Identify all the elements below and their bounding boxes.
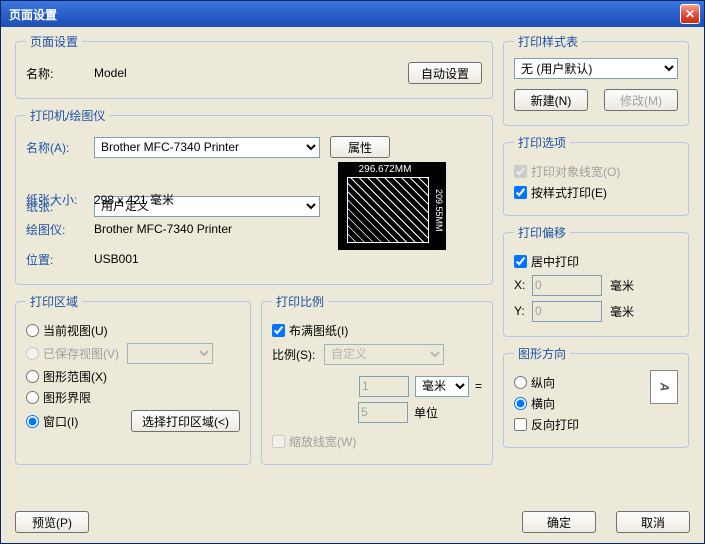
paper-preview: 296.672MM 209.55MM <box>338 162 446 250</box>
scale-val2-input <box>358 402 408 423</box>
offset-y-unit: 毫米 <box>610 303 634 320</box>
saved-view-select <box>127 343 213 364</box>
window-title: 页面设置 <box>9 6 57 23</box>
check-scale-lineweight: 缩放线宽(W) <box>272 433 482 450</box>
group-style-table: 打印样式表 无 (用户默认) 新建(N) 修改(M) <box>503 33 689 126</box>
legend-print-offset: 打印偏移 <box>514 224 570 241</box>
ok-button[interactable]: 确定 <box>522 511 596 533</box>
legend-style-table: 打印样式表 <box>514 33 582 50</box>
scale-unit2-label: 单位 <box>414 404 468 421</box>
legend-print-scale: 打印比例 <box>272 293 328 310</box>
titlebar: 页面设置 ✕ <box>1 1 704 27</box>
radio-current-view[interactable]: 当前视图(U) <box>26 322 240 339</box>
offset-x-unit: 毫米 <box>610 277 634 294</box>
plotter-value: Brother MFC-7340 Printer <box>94 222 232 236</box>
legend-print-options: 打印选项 <box>514 134 570 151</box>
orientation-icon: A <box>650 370 678 404</box>
radio-limits[interactable]: 图形界限 <box>26 389 240 406</box>
legend-print-area: 打印区域 <box>26 293 82 310</box>
legend-page-setup: 页面设置 <box>26 33 82 50</box>
legend-printer: 打印机/绘图仪 <box>26 107 109 124</box>
scale-ratio-select: 自定义 <box>324 344 444 365</box>
style-table-select[interactable]: 无 (用户默认) <box>514 58 678 79</box>
group-print-area: 打印区域 当前视图(U) 已保存视图(V) 图形范围(X) 图形界限 窗口(I)… <box>15 293 251 465</box>
preview-button[interactable]: 预览(P) <box>15 511 89 533</box>
style-modify-button: 修改(M) <box>604 89 678 111</box>
style-new-button[interactable]: 新建(N) <box>514 89 588 111</box>
scale-unit1-select[interactable]: 毫米 <box>415 376 469 397</box>
offset-y-input <box>532 301 602 322</box>
name-value: Model <box>94 66 127 80</box>
group-print-offset: 打印偏移 居中打印 X: 毫米 Y: 毫米 <box>503 224 689 337</box>
paper-size-label: 纸张大小: <box>26 191 94 208</box>
page-setup-dialog: 页面设置 ✕ 页面设置 名称: Model 自动设置 打印机/绘图仪 名称(A)… <box>0 0 705 544</box>
radio-window[interactable]: 窗口(I) <box>26 413 78 430</box>
printer-name-select[interactable]: Brother MFC-7340 Printer <box>94 137 320 158</box>
auto-setup-button[interactable]: 自动设置 <box>408 62 482 84</box>
legend-orientation: 图形方向 <box>514 345 570 362</box>
location-label: 位置: <box>26 251 94 268</box>
radio-portrait[interactable]: 纵向 <box>514 374 642 391</box>
close-button[interactable]: ✕ <box>680 4 700 24</box>
scale-ratio-label: 比例(S): <box>272 346 324 363</box>
radio-landscape[interactable]: 横向 <box>514 395 642 412</box>
check-reverse-print[interactable]: 反向打印 <box>514 416 642 433</box>
plotter-label: 绘图仪: <box>26 221 94 238</box>
check-fit-to-paper[interactable]: 布满图纸(I) <box>272 322 482 339</box>
location-value: USB001 <box>94 252 139 266</box>
group-print-scale: 打印比例 布满图纸(I) 比例(S): 自定义 毫米 = <box>261 293 493 465</box>
offset-x-label: X: <box>514 278 532 292</box>
paper-size-value: 298 x 421 毫米 <box>94 191 174 208</box>
name-label: 名称: <box>26 65 94 82</box>
choose-print-area-button[interactable]: 选择打印区域(<) <box>131 410 240 432</box>
printer-name-label: 名称(A): <box>26 139 94 156</box>
group-print-options: 打印选项 打印对象线宽(O) 按样式打印(E) <box>503 134 689 216</box>
check-object-lineweight: 打印对象线宽(O) <box>514 163 678 180</box>
check-by-style[interactable]: 按样式打印(E) <box>514 184 678 201</box>
scale-equals: = <box>475 379 482 393</box>
group-page-setup: 页面设置 名称: Model 自动设置 <box>15 33 493 99</box>
group-printer: 打印机/绘图仪 名称(A): Brother MFC-7340 Printer … <box>15 107 493 285</box>
scale-val1-input <box>359 376 409 397</box>
cancel-button[interactable]: 取消 <box>616 511 690 533</box>
preview-height-label: 209.55MM <box>432 177 444 243</box>
check-center-print[interactable]: 居中打印 <box>514 253 678 270</box>
preview-width-label: 296.672MM <box>339 164 431 175</box>
radio-saved-view: 已保存视图(V) <box>26 343 240 364</box>
printer-properties-button[interactable]: 属性 <box>330 136 390 158</box>
offset-y-label: Y: <box>514 304 532 318</box>
group-orientation: 图形方向 纵向 横向 反向打印 A <box>503 345 689 448</box>
radio-extents[interactable]: 图形范围(X) <box>26 368 240 385</box>
offset-x-input <box>532 275 602 296</box>
